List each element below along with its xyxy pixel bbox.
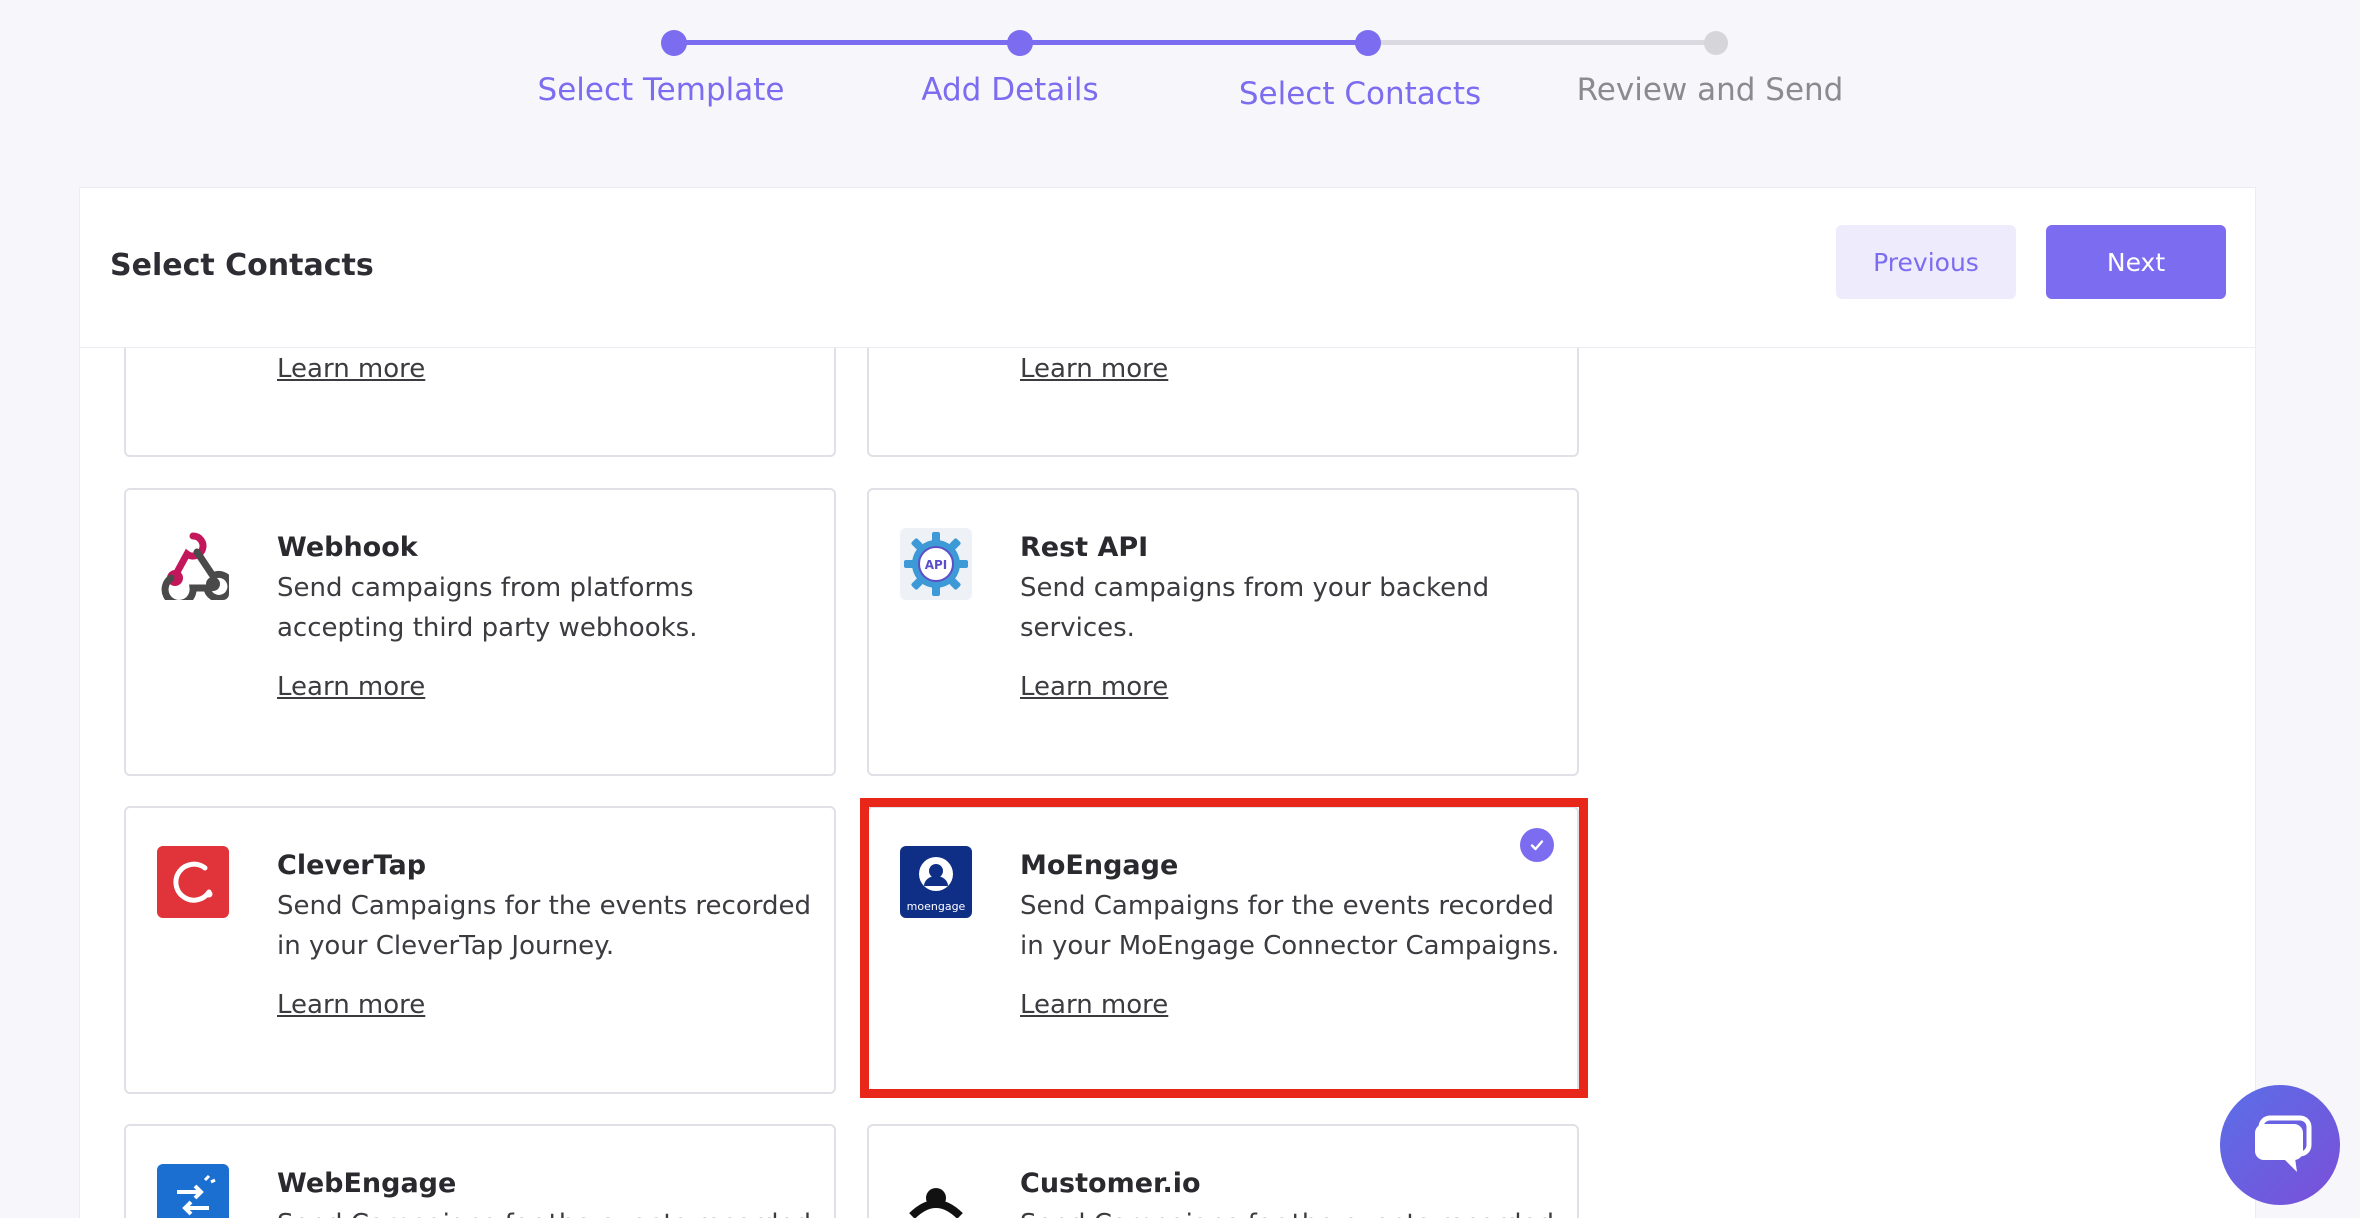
learn-more-link[interactable]: Learn more [277, 354, 425, 384]
step-dot-review-and-send [1704, 31, 1728, 55]
panel-header: Select Contacts Previous Next [80, 188, 2255, 348]
card-title: WebEngage [277, 1168, 457, 1199]
api-gear-icon: API [900, 528, 972, 600]
step-dot-add-details[interactable] [1007, 30, 1033, 56]
card-title: Customer.io [1020, 1168, 1201, 1199]
card-description: Send Campaigns for the events recorded i… [1020, 1204, 1560, 1218]
progress-stepper: Select Template Add Details Select Conta… [0, 0, 2360, 140]
step-dot-select-template[interactable] [661, 30, 687, 56]
customerio-logo [900, 1164, 972, 1218]
card-description: Send Campaigns for the events recorded i… [277, 1204, 817, 1218]
learn-more-link[interactable]: Learn more [1020, 354, 1168, 384]
svg-text:API: API [925, 558, 948, 572]
step-label-select-template[interactable]: Select Template [471, 72, 851, 108]
learn-more-link[interactable]: Learn more [1020, 672, 1168, 702]
card-title: CleverTap [277, 850, 427, 881]
integration-card-customerio[interactable]: Customer.io Send Campaigns for the event… [867, 1124, 1579, 1218]
integration-card-webengage[interactable]: WebEngage Send Campaigns for the events … [124, 1124, 836, 1218]
learn-more-link[interactable]: Learn more [277, 990, 425, 1020]
step-label-add-details[interactable]: Add Details [820, 72, 1200, 108]
learn-more-link[interactable]: Learn more [1020, 990, 1168, 1020]
card-description: Send campaigns from your backend service… [1020, 573, 1490, 643]
step-label-review-and-send: Review and Send [1576, 72, 1844, 108]
card-title: Rest API [1020, 532, 1149, 563]
integration-card-webhook[interactable]: Webhook Send campaigns from platforms ac… [124, 488, 836, 776]
card-description: Send Campaigns for the events recorded i… [1020, 891, 1560, 961]
selected-check-icon [1520, 828, 1554, 862]
card-title: MoEngage [1020, 850, 1179, 881]
card-description: Send campaigns from platforms accepting … [277, 573, 698, 643]
step-connector [1020, 40, 1368, 45]
page-title: Select Contacts [110, 248, 374, 283]
chat-bubble-icon [2255, 1115, 2312, 1172]
integration-card-clevertap[interactable]: CleverTap Send Campaigns for the events … [124, 806, 836, 1094]
next-button[interactable]: Next [2046, 225, 2226, 299]
moengage-logo: moengage [900, 846, 972, 918]
integration-card-rest-api[interactable]: API Rest API Send campaigns from your ba… [867, 488, 1579, 776]
step-label-select-contacts[interactable]: Select Contacts [1170, 76, 1550, 112]
webengage-logo [157, 1164, 229, 1218]
learn-more-link[interactable]: Learn more [277, 672, 425, 702]
integration-card-moengage[interactable]: moengage MoEngage Send Campaigns for the… [867, 806, 1579, 1094]
chat-support-button[interactable] [2220, 1085, 2340, 1205]
step-connector [674, 40, 1020, 45]
card-description: Send Campaigns for the events recorded i… [277, 891, 811, 961]
card-title: Webhook [277, 532, 418, 563]
clevertap-logo [157, 846, 229, 918]
step-connector [1368, 40, 1716, 45]
step-dot-select-contacts[interactable] [1355, 30, 1381, 56]
moengage-logo-text: moengage [906, 900, 966, 913]
previous-button[interactable]: Previous [1836, 225, 2016, 299]
webhook-icon [157, 528, 229, 600]
